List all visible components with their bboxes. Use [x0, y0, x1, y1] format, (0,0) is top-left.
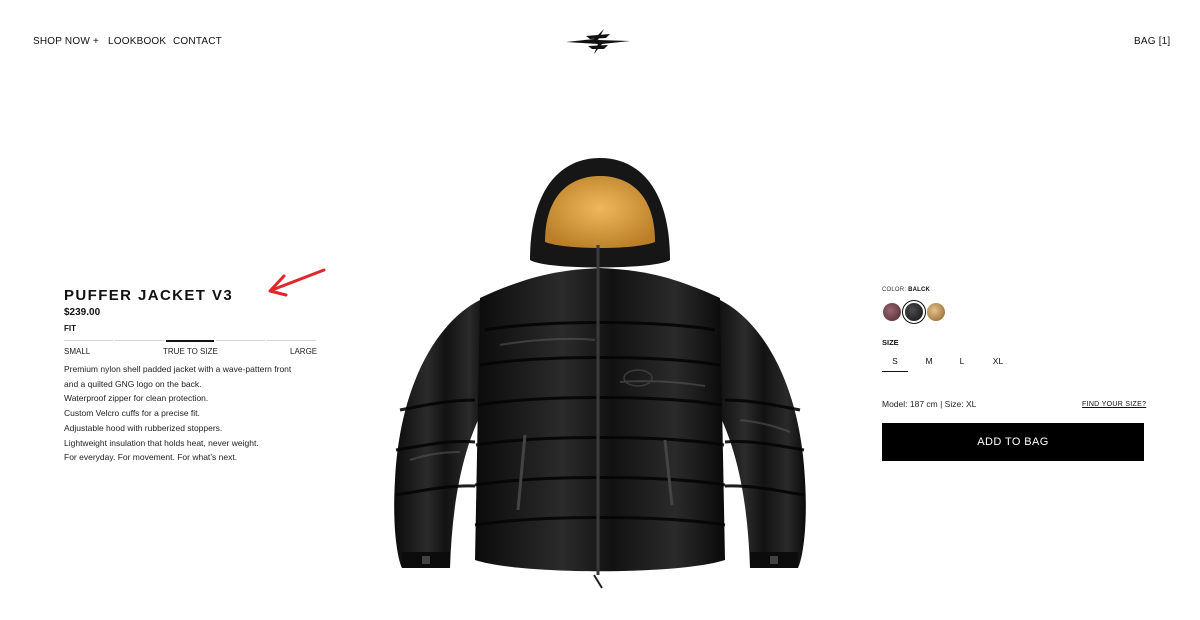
description-line: and a quilted GNG logo on the back.: [64, 378, 202, 389]
product-image: [394, 158, 806, 589]
swatch-burgundy[interactable]: [883, 303, 901, 321]
fit-segment: [114, 340, 164, 341]
fit-segment: [64, 340, 113, 341]
size-option-l[interactable]: L: [949, 356, 975, 366]
size-label: SIZE: [882, 338, 899, 347]
description-line: Lightweight insulation that holds heat, …: [64, 437, 259, 448]
model-info: Model: 187 cm | Size: XL: [882, 399, 977, 409]
color-value: BALCK: [908, 287, 931, 293]
fit-segment: [267, 340, 316, 341]
description-line: For everyday. For movement. For what’s n…: [64, 452, 238, 463]
description-line: Premium nylon shell padded jacket with a…: [64, 364, 292, 374]
bag-link[interactable]: BAG [1]: [1134, 36, 1170, 47]
color-label: COLOR: BALCK: [882, 287, 930, 293]
fit-true-to-size-label: TRUE TO SIZE: [163, 347, 218, 356]
size-option-xl[interactable]: XL: [985, 356, 1011, 366]
fit-small-label: SMALL: [64, 347, 91, 356]
size-option-m[interactable]: M: [916, 356, 942, 366]
fit-scale: [64, 340, 316, 342]
size-option-s[interactable]: S: [882, 356, 908, 366]
find-your-size-link[interactable]: FIND YOUR SIZE?: [1082, 401, 1146, 408]
product-description: Premium nylon shell padded jacket with a…: [64, 362, 364, 465]
product-title: PUFFER JACKET V3: [64, 287, 234, 304]
description-line: Custom Velcro cuffs for a precise fit.: [64, 408, 200, 419]
fit-large-label: LARGE: [290, 347, 318, 356]
color-prefix: COLOR:: [882, 287, 907, 293]
swatch-black[interactable]: [902, 300, 926, 324]
selected-size-indicator: [882, 371, 908, 372]
fit-label: FIT: [64, 324, 76, 333]
fit-segment: [216, 340, 266, 341]
annotation-arrow-icon: [268, 268, 326, 297]
nav-lookbook[interactable]: LOOKBOOK: [108, 36, 166, 47]
nav-contact[interactable]: CONTACT: [173, 36, 222, 47]
fit-segment-selected: [165, 340, 215, 342]
product-price: $239.00: [64, 307, 101, 318]
description-line: Waterproof zipper for clean protection.: [64, 393, 209, 404]
nav-shop-now[interactable]: SHOP NOW +: [33, 36, 99, 47]
add-to-bag-button[interactable]: ADD TO BAG: [882, 423, 1144, 461]
gng-logo-icon[interactable]: [564, 26, 632, 56]
description-line: Adjustable hood with rubberized stoppers…: [64, 422, 223, 433]
swatch-tan[interactable]: [927, 303, 945, 321]
